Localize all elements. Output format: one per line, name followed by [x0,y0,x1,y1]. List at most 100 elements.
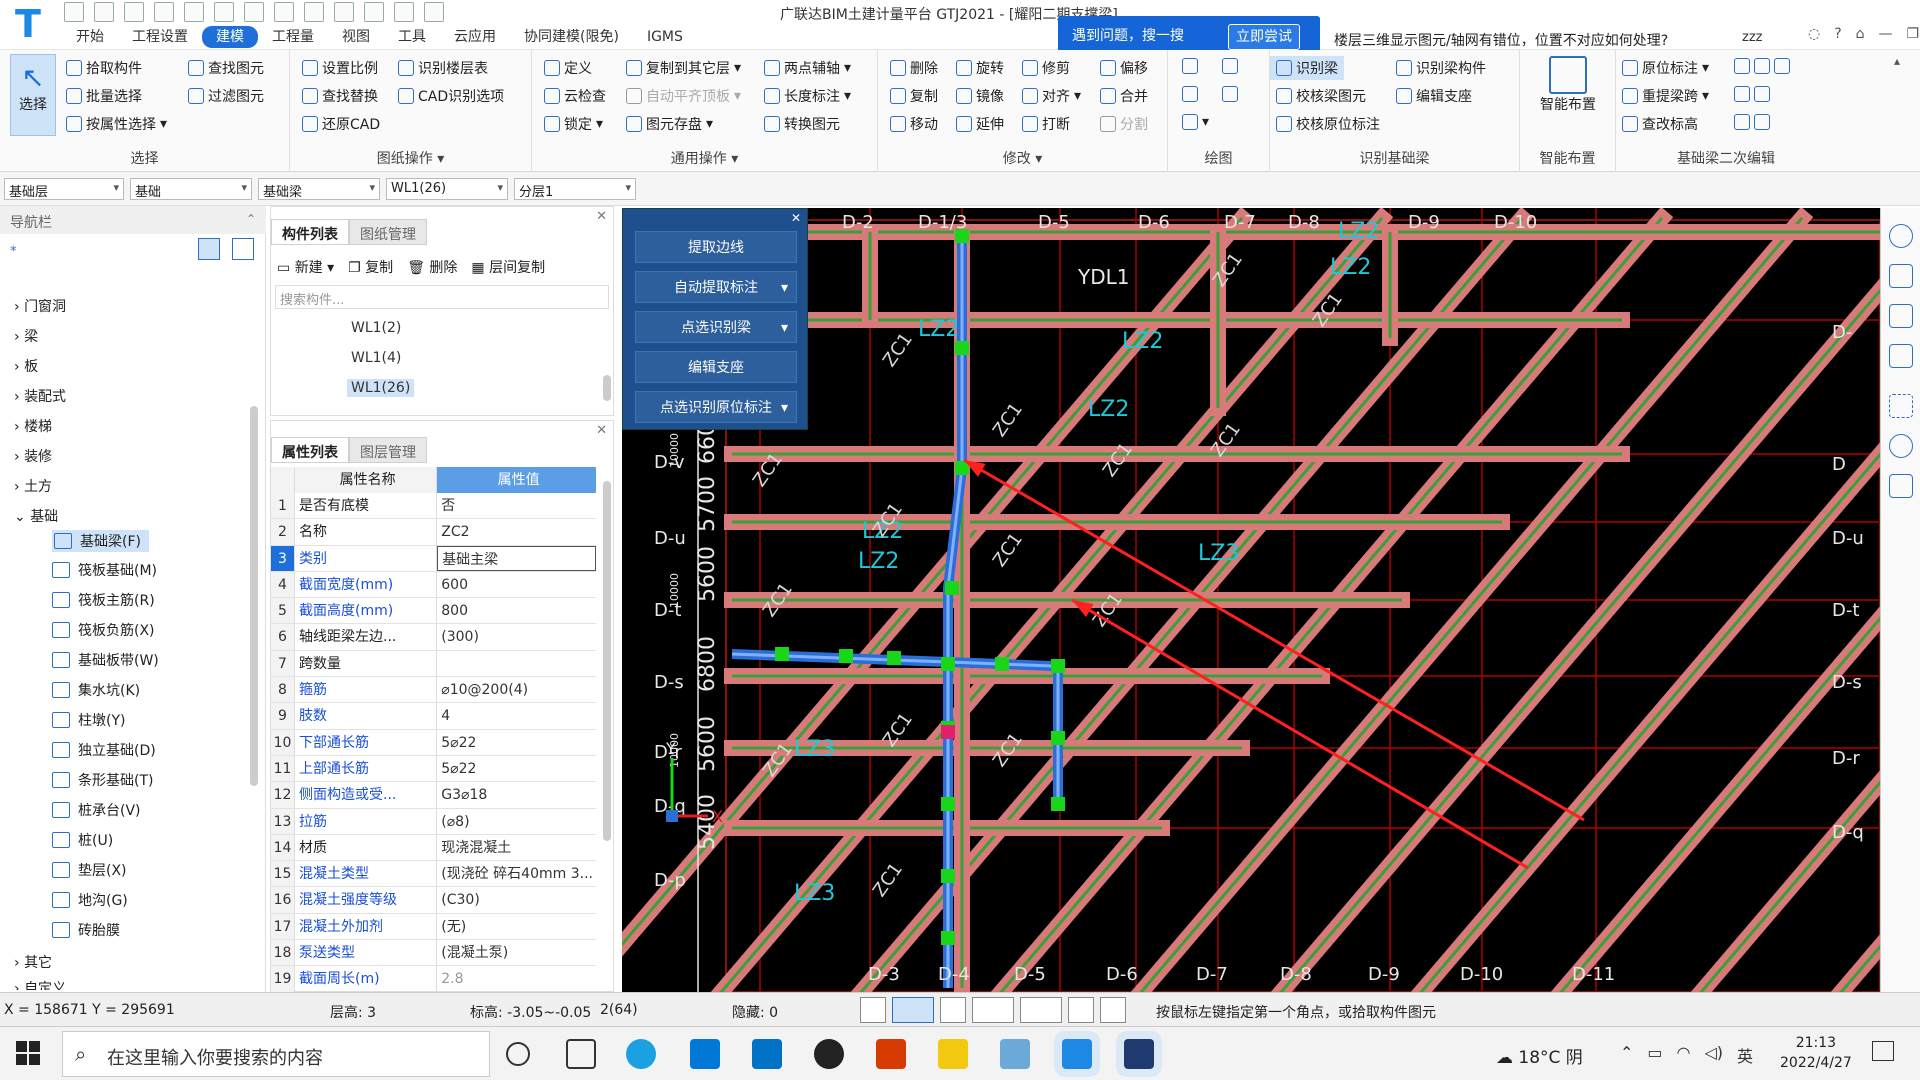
extract-edge-button[interactable]: 提取边线 [635,231,797,263]
zoom-region-icon[interactable] [1889,434,1913,458]
property-row[interactable]: 15 混凝土类型 (现浇砼 碎石40mm 3... [271,861,596,888]
dell-icon[interactable] [814,1039,844,1069]
nav-raft[interactable]: 筏板基础(M) [52,560,157,580]
detail-view-icon[interactable] [232,238,254,260]
menu-quantities[interactable]: 工程量 [258,26,328,48]
arc-snap-icon[interactable] [1100,997,1126,1023]
print-icon[interactable] [154,2,174,22]
property-row[interactable]: 5 截面高度(mm) 800 [271,598,596,625]
smart-layout-button[interactable]: 智能布置 [1530,56,1606,114]
property-value[interactable]: ⌀10@200(4) [437,677,596,702]
nav-column-pier[interactable]: 柱墩(Y) [52,710,125,730]
tab-property-list[interactable]: 属性列表 [271,437,349,463]
split-button[interactable]: 分割 [1100,114,1148,134]
nav-finishing[interactable]: › 装修 [14,446,52,466]
dim-snap-icon[interactable] [1020,997,1062,1023]
nav-stairs[interactable]: › 楼梯 [14,416,52,436]
draw-arc-button[interactable]: ▾ [1182,114,1209,130]
nav-isolated-footing[interactable]: 独立基础(D) [52,740,156,760]
offset-button[interactable]: 偏移 [1100,58,1148,78]
cube-view-icon[interactable] [1889,304,1913,328]
filter-element-button[interactable]: 过滤图元 [188,86,264,106]
file-explorer-icon[interactable] [938,1039,968,1069]
general-group-title[interactable]: 通用操作 ▾ [532,148,877,168]
faq-search-text[interactable]: 楼层三维显示图元/轴网有错位，位置不对应如何处理? [1334,30,1668,50]
edit-support-float-button[interactable]: 编辑支座 [635,351,797,383]
ortho-icon[interactable] [860,997,886,1023]
property-value[interactable]: 800 [437,598,596,623]
break-button[interactable]: 打断 [1022,114,1070,134]
property-value[interactable]: 2.8 [437,966,596,991]
draw-rect-button[interactable] [1222,86,1238,102]
property-value[interactable]: (现浇砼 碎石40mm 3... [437,861,596,886]
try-now-button[interactable]: 立即尝试 [1228,24,1300,50]
nav-custom[interactable]: › 自定义 [14,978,66,990]
nav-sump[interactable]: 集水坑(K) [52,680,140,700]
define-button[interactable]: 定义 [544,58,592,78]
nav-raft-neg-rebar[interactable]: 筏板负筋(X) [52,620,155,640]
property-row[interactable]: 14 材质 现浇混凝土 [271,834,596,862]
nav-foundation-beam[interactable]: 基础梁(F) [52,530,149,552]
auto-extract-label-button[interactable]: 自动提取标注 ▾ [635,271,797,303]
nav-strip-footing[interactable]: 条形基础(T) [52,770,153,790]
property-value[interactable]: 600 [437,572,596,597]
recognize-beam-button[interactable]: 识别梁 [1270,56,1344,80]
property-row[interactable]: 4 截面宽度(mm) 600 [271,571,596,599]
undo-icon[interactable] [184,2,204,22]
new-file-icon[interactable] [94,2,114,22]
inplace-annotation-button[interactable]: 原位标注 ▾ [1622,58,1709,78]
property-row[interactable]: 16 混凝土强度等级 (C30) [271,887,596,914]
ribbon-collapse-icon[interactable]: ▴ [1894,54,1900,68]
nav-other[interactable]: › 其它 [14,952,52,972]
property-value[interactable] [437,651,596,676]
cad-app-icon[interactable] [1124,1039,1154,1069]
find-element-button[interactable]: 查找图元 [188,58,264,78]
property-value[interactable]: 5⌀22 [437,756,596,781]
find-replace-button[interactable]: 查找替换 [302,86,378,106]
computer-icon[interactable] [1000,1039,1030,1069]
nav-prefab[interactable]: › 装配式 [14,386,66,406]
set-scale-button[interactable]: 设置比例 [302,58,378,78]
menu-view[interactable]: 视图 [328,26,384,48]
copy-button[interactable]: 复制 [890,86,938,106]
angle-snap-icon[interactable] [972,997,1014,1023]
component-item[interactable]: WL1(2) [347,319,405,337]
restore-cad-button[interactable]: 还原CAD [302,114,380,134]
comp-scrollbar[interactable] [603,375,611,401]
secondary-tool-3[interactable] [1734,114,1770,130]
nav-slab[interactable]: › 板 [14,356,38,376]
select-big-button[interactable]: ↖ 选择 [10,54,56,136]
task-view-icon[interactable] [566,1039,596,1069]
orbit-icon[interactable] [1889,224,1913,248]
nav-raft-main-rebar[interactable]: 筏板主筋(R) [52,590,155,610]
draw-line-button[interactable] [1182,86,1198,102]
minimize-icon[interactable]: — [1879,26,1893,42]
move-button[interactable]: 移动 [890,114,938,134]
property-row[interactable]: 12 侧面构造或受... G3⌀18 [271,782,596,809]
battery-icon[interactable]: ▭ [1647,1043,1662,1067]
property-row[interactable]: 3 类别 基础主梁 [271,545,596,572]
chat-icon[interactable]: ◌ [1808,26,1820,42]
property-row[interactable]: 11 上部通长筋 5⌀22 [271,755,596,783]
element-save-button[interactable]: 图元存盘 ▾ [626,114,713,134]
nav-pin-icon[interactable]: ⌃ [246,212,256,226]
lock-button[interactable]: 锁定 ▾ [544,114,603,134]
layer-select[interactable]: 分层1 [514,178,636,200]
click-recognize-inplace-button[interactable]: 点选识别原位标注 ▾ [635,391,797,423]
property-value[interactable]: 现浇混凝土 [437,835,596,860]
property-row[interactable]: 19 截面周长(m) 2.8 [271,966,596,993]
copy-component-button[interactable]: ❐ 复制 [348,257,393,277]
menu-collab[interactable]: 协同建模(限免) [510,26,633,48]
help-icon[interactable]: ? [1834,26,1841,42]
recognize-floor-table-button[interactable]: 识别楼层表 [398,58,488,78]
property-row[interactable]: 7 跨数量 [271,650,596,678]
pen-icon[interactable] [364,2,384,22]
menu-project-settings[interactable]: 工程设置 [118,26,202,48]
tab-layer-management[interactable]: 图层管理 [349,437,427,463]
delete-button[interactable]: 删除 [890,58,938,78]
property-row[interactable]: 13 拉筋 (⌀8) [271,808,596,835]
property-row[interactable]: 1 是否有底模否 [271,493,596,520]
cloud-check-button[interactable]: 云检查 [544,86,606,106]
property-row[interactable]: 6 轴线距梁左边... (300) [271,624,596,651]
category-select[interactable]: 基础 [130,178,252,200]
